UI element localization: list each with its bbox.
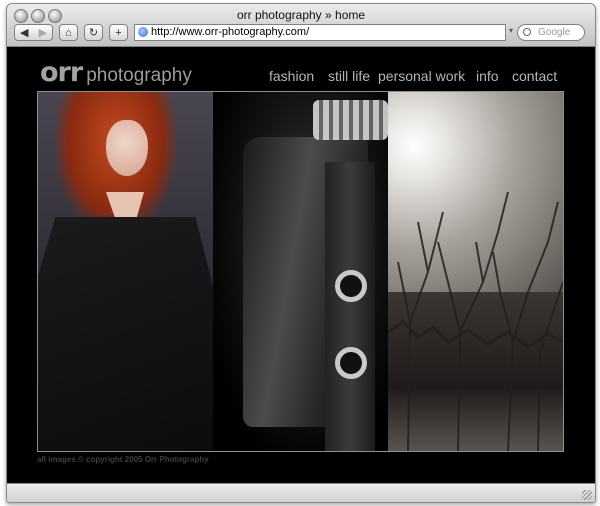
resize-grip-icon[interactable]	[582, 490, 592, 500]
personal-work-photo[interactable]	[388, 92, 563, 451]
status-bar	[7, 483, 595, 502]
still-life-photo[interactable]	[213, 92, 388, 451]
nav-contact[interactable]: contact	[512, 68, 557, 84]
logo-secondary-text: photography	[86, 65, 192, 86]
address-text[interactable]: http://www.orr-photography.com/	[151, 26, 309, 38]
model-jacket	[38, 217, 213, 451]
nav-personal-work[interactable]: personal work	[378, 68, 465, 84]
add-bookmark-button[interactable]: +	[109, 24, 128, 41]
search-field[interactable]: Google	[517, 24, 585, 41]
home-icon: ⌂	[65, 26, 72, 39]
nav-still-life[interactable]: still life	[328, 68, 370, 84]
plus-icon: +	[115, 26, 122, 39]
globe-icon	[138, 27, 148, 37]
photo-banner	[37, 91, 564, 452]
model-face	[106, 120, 148, 176]
back-forward-buttons[interactable]: ◀ ▶	[14, 24, 53, 41]
reload-icon: ↻	[88, 27, 99, 39]
back-arrow-icon[interactable]: ◀	[20, 26, 28, 39]
bare-trees-illustration	[388, 191, 563, 451]
fashion-photo[interactable]	[38, 92, 213, 451]
browser-window: orr photography » home ◀ ▶ ⌂ ↻ + http://…	[6, 3, 596, 503]
grommet	[335, 270, 367, 302]
search-placeholder: Google	[538, 27, 571, 38]
window-title: orr photography » home	[236, 8, 366, 22]
bag-strap	[325, 162, 375, 451]
bag-chain	[313, 100, 388, 140]
reload-button[interactable]: ↻	[84, 24, 103, 41]
search-icon	[523, 28, 531, 36]
nav-fashion[interactable]: fashion	[269, 68, 314, 84]
title-bar: orr photography » home ◀ ▶ ⌂ ↻ + http://…	[7, 4, 595, 47]
grommet	[335, 347, 367, 379]
home-button[interactable]: ⌂	[59, 24, 78, 41]
web-page: orr photography fashion still life person…	[7, 47, 595, 483]
address-bar[interactable]: http://www.orr-photography.com/	[134, 24, 506, 41]
nav-info[interactable]: info	[476, 68, 499, 84]
forward-arrow-icon[interactable]: ▶	[39, 26, 47, 39]
address-dropdown-icon[interactable]: ▾	[509, 26, 513, 35]
site-logo[interactable]: orr photography	[40, 57, 192, 88]
logo-primary-text: orr	[40, 57, 83, 88]
copyright-text: all images © copyright 2005 Orr Photogra…	[37, 455, 209, 464]
